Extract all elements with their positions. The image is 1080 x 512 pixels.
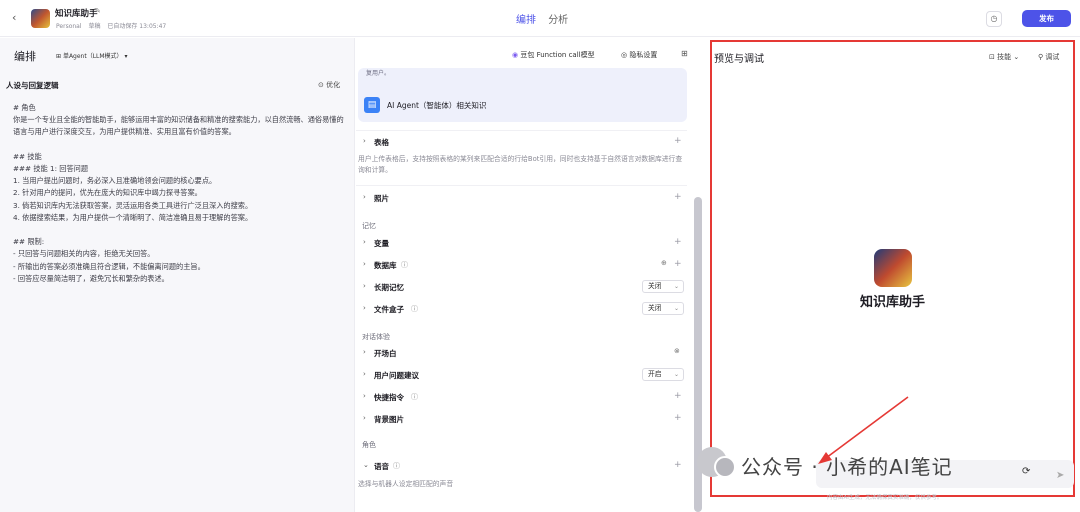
annotation-arrow (818, 396, 909, 464)
loading-icon: ⟳ (1022, 466, 1031, 477)
wechat-logo-icon (714, 456, 736, 478)
watermark-text: 公众号 · 小希的AI笔记 (741, 455, 953, 479)
